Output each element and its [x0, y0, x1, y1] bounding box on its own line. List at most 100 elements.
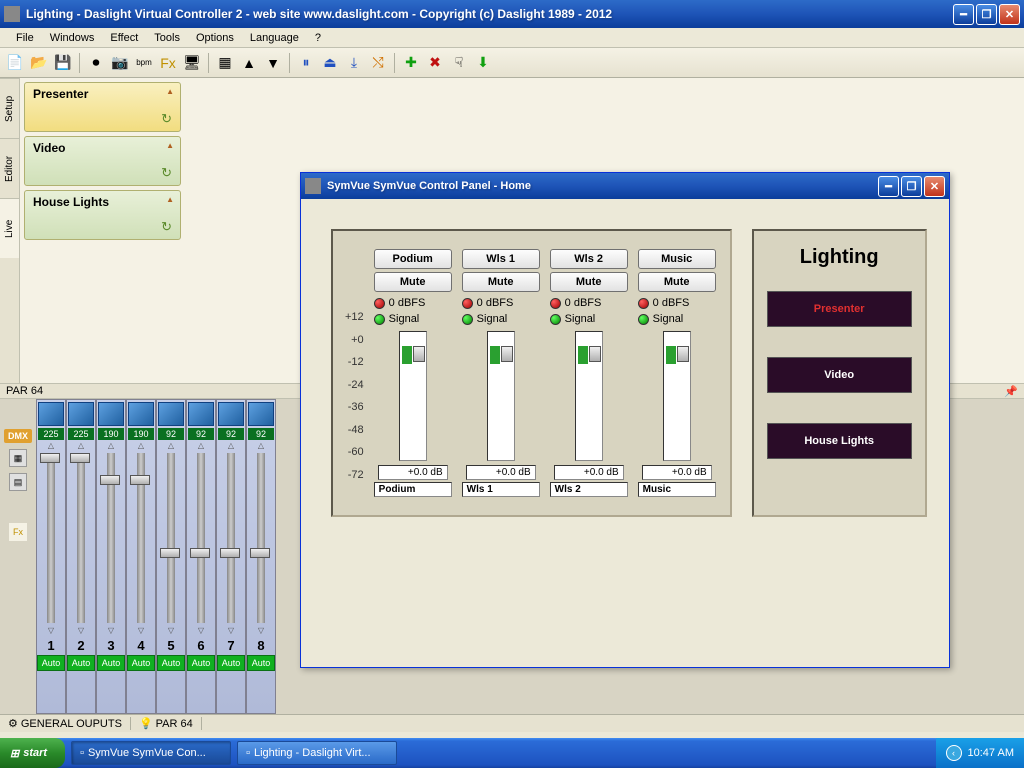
up-icon[interactable]: ▲	[238, 52, 260, 74]
fader-knob[interactable]	[70, 453, 90, 463]
channel-name-field[interactable]: Music	[638, 482, 716, 497]
up-arrow-icon[interactable]: △	[78, 441, 84, 450]
minimize-button[interactable]: ━	[953, 4, 974, 25]
level-meter[interactable]	[399, 331, 427, 461]
refresh-icon[interactable]: ↻	[161, 111, 172, 127]
palette-icon[interactable]: ▤	[9, 473, 27, 491]
pointer-icon[interactable]: ☟	[448, 52, 470, 74]
down-arrow-icon[interactable]: ▽	[78, 626, 84, 635]
fader-knob[interactable]	[40, 453, 60, 463]
scene-presenter[interactable]: Presenter ▲ ↻	[24, 82, 181, 132]
rec-icon[interactable]: ⏺	[85, 52, 107, 74]
lighting-preset-button[interactable]: Video	[767, 357, 912, 393]
sv-maximize-button[interactable]: ❐	[901, 176, 922, 197]
mute-button[interactable]: Mute	[462, 272, 540, 292]
fader-knob[interactable]	[250, 548, 270, 558]
mute-button[interactable]: Mute	[374, 272, 452, 292]
menu-file[interactable]: File	[8, 30, 42, 46]
channel-select-button[interactable]: Music	[638, 249, 716, 269]
menu-language[interactable]: Language	[242, 30, 307, 46]
bpm-icon[interactable]: bpm	[133, 52, 155, 74]
up-arrow-icon[interactable]: △	[48, 441, 54, 450]
up-arrow-icon[interactable]: △	[258, 441, 264, 450]
lighting-preset-button[interactable]: House Lights	[767, 423, 912, 459]
channel-select-button[interactable]: Wls 1	[462, 249, 540, 269]
lighting-preset-button[interactable]: Presenter	[767, 291, 912, 327]
grid-icon[interactable]: ▦	[9, 449, 27, 467]
level-meter[interactable]	[663, 331, 691, 461]
tray-expand-icon[interactable]: ‹	[946, 745, 962, 761]
fader-knob[interactable]	[160, 548, 180, 558]
down-arrow-icon[interactable]: ▽	[108, 626, 114, 635]
fader-track[interactable]	[257, 453, 265, 623]
auto-button[interactable]: Auto	[37, 655, 65, 671]
fx-button[interactable]: Fx	[9, 523, 27, 541]
shuffle-icon[interactable]: ⤭	[367, 52, 389, 74]
tab-setup[interactable]: Setup	[0, 78, 19, 138]
up-arrow-icon[interactable]: △	[198, 441, 204, 450]
fader-track[interactable]	[227, 453, 235, 623]
level-meter[interactable]	[487, 331, 515, 461]
fx-icon[interactable]: Fx	[157, 52, 179, 74]
auto-button[interactable]: Auto	[247, 655, 275, 671]
down-arrow-icon[interactable]: ▽	[198, 626, 204, 635]
tab-par64[interactable]: 💡PAR 64	[131, 717, 202, 730]
arrow-down-icon[interactable]: ⬇	[472, 52, 494, 74]
channel-name-field[interactable]: Podium	[374, 482, 452, 497]
fader-knob[interactable]	[677, 346, 689, 362]
new-icon[interactable]: 📄	[4, 52, 26, 74]
add-icon[interactable]: ✚	[400, 52, 422, 74]
up-arrow-icon[interactable]: △	[168, 441, 174, 450]
up-arrow-icon[interactable]: △	[228, 441, 234, 450]
fader-knob[interactable]	[501, 346, 513, 362]
cam-icon[interactable]: 📷	[109, 52, 131, 74]
tab-editor[interactable]: Editor	[0, 138, 19, 198]
menu-effect[interactable]: Effect	[102, 30, 146, 46]
tab-general-outputs[interactable]: ⚙GENERAL OUPUTS	[0, 717, 131, 730]
download-icon[interactable]: ⤓	[343, 52, 365, 74]
fader-track[interactable]	[107, 453, 115, 623]
maximize-button[interactable]: ❐	[976, 4, 997, 25]
mute-button[interactable]: Mute	[638, 272, 716, 292]
fader-knob[interactable]	[130, 475, 150, 485]
fader-track[interactable]	[137, 453, 145, 623]
sv-close-button[interactable]: ✕	[924, 176, 945, 197]
down-arrow-icon[interactable]: ▽	[228, 626, 234, 635]
layer-icon[interactable]: ▦	[214, 52, 236, 74]
mute-button[interactable]: Mute	[550, 272, 628, 292]
task-symvue[interactable]: ▫SymVue SymVue Con...	[71, 741, 231, 765]
fader-track[interactable]	[197, 453, 205, 623]
menu-tools[interactable]: Tools	[146, 30, 188, 46]
eject-icon[interactable]: ⏏	[319, 52, 341, 74]
up-arrow-icon[interactable]: △	[138, 441, 144, 450]
channel-select-button[interactable]: Podium	[374, 249, 452, 269]
open-icon[interactable]: 📂	[28, 52, 50, 74]
down-arrow-icon[interactable]: ▽	[48, 626, 54, 635]
fader-track[interactable]	[47, 453, 55, 623]
channel-name-field[interactable]: Wls 2	[550, 482, 628, 497]
fader-knob[interactable]	[220, 548, 240, 558]
down-arrow-icon[interactable]: ▽	[138, 626, 144, 635]
down-icon[interactable]: ▼	[262, 52, 284, 74]
monitor-icon[interactable]: 🖥	[181, 52, 203, 74]
menu-help[interactable]: ?	[307, 30, 329, 46]
menu-windows[interactable]: Windows	[42, 30, 103, 46]
down-arrow-icon[interactable]: ▽	[168, 626, 174, 635]
level-meter[interactable]	[575, 331, 603, 461]
close-button[interactable]: ✕	[999, 4, 1020, 25]
fader-knob[interactable]	[190, 548, 210, 558]
pause-icon[interactable]: ⏸	[295, 52, 317, 74]
save-icon[interactable]: 💾	[52, 52, 74, 74]
fader-track[interactable]	[167, 453, 175, 623]
channel-name-field[interactable]: Wls 1	[462, 482, 540, 497]
auto-button[interactable]: Auto	[97, 655, 125, 671]
refresh-icon[interactable]: ↻	[161, 165, 172, 181]
pin-icon[interactable]: 📌	[1004, 385, 1018, 398]
fader-track[interactable]	[77, 453, 85, 623]
sv-minimize-button[interactable]: ━	[878, 176, 899, 197]
scene-house-lights[interactable]: House Lights ▲ ↻	[24, 190, 181, 240]
refresh-icon[interactable]: ↻	[161, 219, 172, 235]
start-button[interactable]: ⊞ start	[0, 738, 65, 768]
auto-button[interactable]: Auto	[187, 655, 215, 671]
auto-button[interactable]: Auto	[67, 655, 95, 671]
